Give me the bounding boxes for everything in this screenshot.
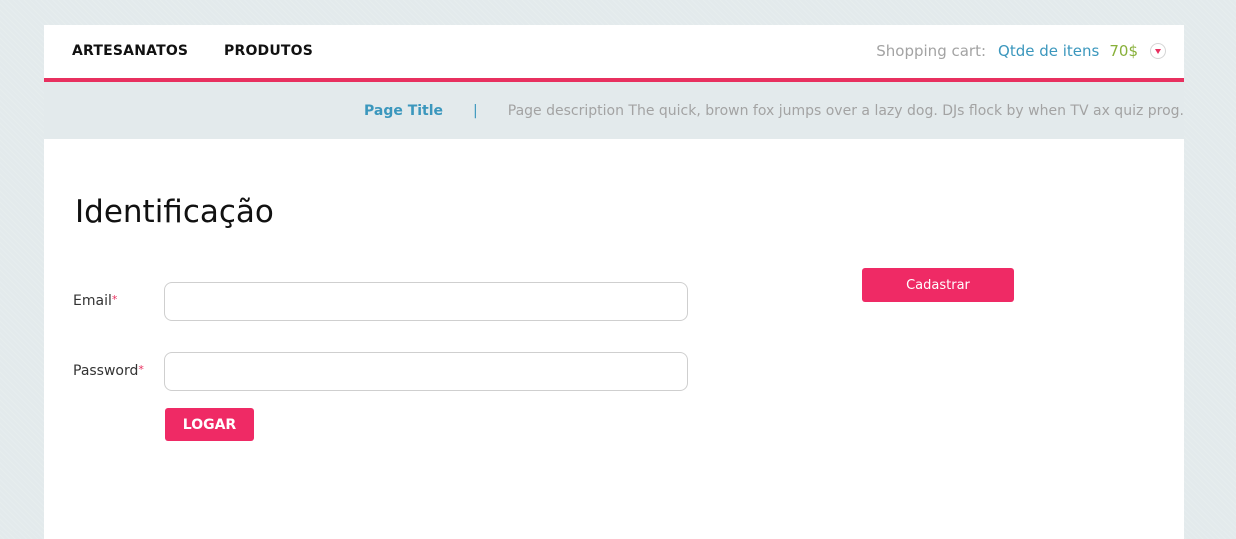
cart-label: Shopping cart: [876, 42, 987, 60]
title-separator: | [473, 102, 478, 119]
password-label-text: Password [73, 363, 139, 379]
page-description: Page description The quick, brown fox ju… [507, 102, 1184, 119]
page-wrapper: ARTESANATOS PRODUTOS Shopping cart: Qtde… [44, 25, 1184, 539]
required-asterisk: * [111, 293, 118, 306]
password-label: Password* [73, 363, 144, 379]
main-content: Identificação Email* Password* LOGAR Cad… [44, 139, 1184, 539]
cart-items-link[interactable]: Qtde de itens [998, 42, 1099, 60]
top-navigation-bar: ARTESANATOS PRODUTOS Shopping cart: Qtde… [44, 25, 1184, 82]
login-button[interactable]: LOGAR [165, 408, 254, 441]
register-button[interactable]: Cadastrar [862, 268, 1014, 302]
required-asterisk: * [138, 363, 144, 376]
email-label-text: Email [73, 293, 112, 309]
page-header: Page Title | Page description The quick,… [44, 82, 1184, 139]
shopping-cart: Shopping cart: Qtde de itens 70$ [876, 42, 1166, 60]
nav-item-produtos[interactable]: PRODUTOS [224, 43, 313, 59]
cart-total: 70$ [1109, 42, 1138, 60]
email-input[interactable] [164, 282, 688, 321]
login-heading: Identificação [75, 194, 274, 230]
chevron-down-icon[interactable] [1150, 43, 1166, 59]
password-input[interactable] [164, 352, 688, 391]
email-label: Email* [73, 293, 117, 309]
page-title: Page Title [363, 102, 444, 119]
nav-item-artesanatos[interactable]: ARTESANATOS [72, 43, 188, 59]
